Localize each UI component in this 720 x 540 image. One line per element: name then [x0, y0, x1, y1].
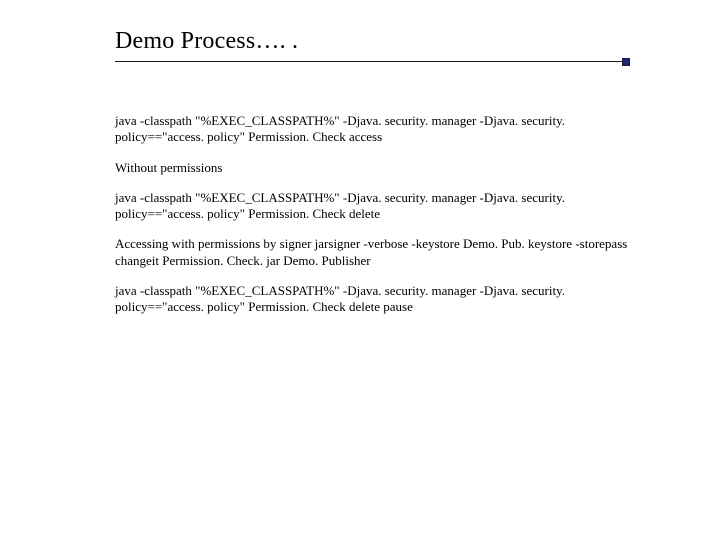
paragraph: java -classpath "%EXEC_CLASSPATH%" -Djav…	[115, 113, 630, 146]
slide-title: Demo Process…. .	[115, 28, 298, 55]
paragraph: Accessing with permissions by signer jar…	[115, 236, 630, 269]
slide: Demo Process…. . java -classpath "%EXEC_…	[0, 0, 720, 540]
paragraph: java -classpath "%EXEC_CLASSPATH%" -Djav…	[115, 190, 630, 223]
slide-body: java -classpath "%EXEC_CLASSPATH%" -Djav…	[115, 113, 630, 315]
paragraph: Without permissions	[115, 160, 630, 176]
paragraph: java -classpath "%EXEC_CLASSPATH%" -Djav…	[115, 283, 630, 316]
title-rule	[115, 61, 630, 75]
title-row: Demo Process…. .	[115, 28, 630, 55]
